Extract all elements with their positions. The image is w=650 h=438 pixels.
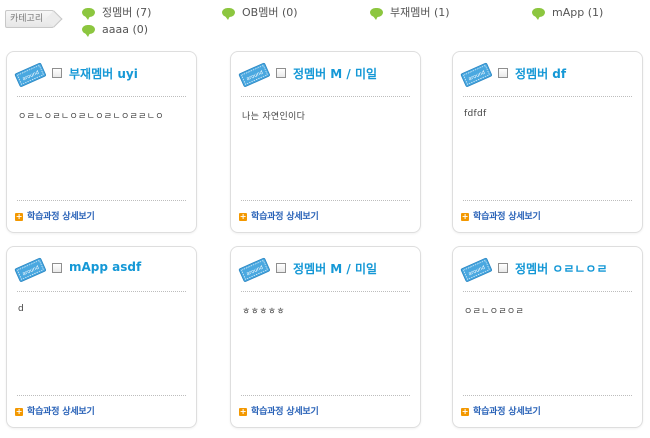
course-detail-label: 학습과정 상세보기 <box>251 407 319 417</box>
plus-icon: + <box>461 212 469 221</box>
course-detail-label: 학습과정 상세보기 <box>473 407 541 417</box>
member-name[interactable]: mApp asdf <box>69 260 141 274</box>
divider <box>17 200 186 201</box>
select-checkbox[interactable] <box>52 68 62 78</box>
category-item-label: OB멤버 (0) <box>242 6 298 19</box>
category-item-label: 부재멤버 (1) <box>390 6 450 19</box>
member-card: around 정멤버 M / 미일 나는 자연인이다 + 학습과정 상세보기 <box>230 51 421 233</box>
course-detail-label: 학습과정 상세보기 <box>27 212 95 222</box>
select-checkbox[interactable] <box>276 263 286 273</box>
member-card: around 부재멤버 uyi ㅇㄹㄴㅇㄹㄴㅇㄹㄴㅇㄹㄴㅇㄹㄹㄴㅇ + 학습과정 … <box>6 51 197 233</box>
member-name[interactable]: 정멤버 df <box>515 65 566 82</box>
member-intro: ㅇㄹㄴㅇㄹㄴㅇㄹㄴㅇㄹㄴㅇㄹㄹㄴㅇ <box>18 112 164 122</box>
category-item-ob[interactable]: OB멤버 (0) <box>222 6 298 20</box>
plus-icon: + <box>239 212 247 221</box>
select-checkbox[interactable] <box>276 68 286 78</box>
category-item-label: 정멤버 (7) <box>102 6 152 19</box>
member-card: around 정멤버 ㅇㄹㄴㅇㄹ ㅇㄹㄴㅇㄹㅇㄹ + 학습과정 상세보기 <box>452 246 643 428</box>
divider <box>241 96 410 97</box>
plus-icon: + <box>239 407 247 416</box>
divider <box>463 291 632 292</box>
category-item-absent[interactable]: 부재멤버 (1) <box>370 6 450 20</box>
course-detail-link[interactable]: + 학습과정 상세보기 <box>239 209 319 222</box>
ticket-icon: around <box>14 62 46 87</box>
ticket-icon: around <box>238 62 270 87</box>
divider <box>463 395 632 396</box>
member-card: around mApp asdf d + 학습과정 상세보기 <box>6 246 197 428</box>
ticket-icon: around <box>238 257 270 282</box>
speech-bubble-icon <box>532 8 545 20</box>
member-intro: ㅎㅎㅎㅎㅎ <box>242 307 285 317</box>
category-item-aaaa[interactable]: aaaa (0) <box>82 23 148 37</box>
divider <box>241 395 410 396</box>
category-item-label: mApp (1) <box>552 6 604 19</box>
member-card: around 정멤버 M / 미일 ㅎㅎㅎㅎㅎ + 학습과정 상세보기 <box>230 246 421 428</box>
course-detail-label: 학습과정 상세보기 <box>473 212 541 222</box>
member-name[interactable]: 정멤버 M / 미일 <box>293 65 377 82</box>
category-tag-label: 카테고리 <box>10 14 44 24</box>
plus-icon: + <box>15 212 23 221</box>
select-checkbox[interactable] <box>498 68 508 78</box>
category-item-label: aaaa (0) <box>102 23 149 36</box>
course-detail-link[interactable]: + 학습과정 상세보기 <box>461 209 541 222</box>
divider <box>17 96 186 97</box>
category-item-regular[interactable]: 정멤버 (7) <box>82 6 151 20</box>
divider <box>17 291 186 292</box>
divider <box>463 200 632 201</box>
plus-icon: + <box>15 407 23 416</box>
member-card: around 정멤버 df fdfdf + 학습과정 상세보기 <box>452 51 643 233</box>
ticket-icon: around <box>460 62 492 87</box>
member-intro: ㅇㄹㄴㅇㄹㅇㄹ <box>464 307 525 317</box>
speech-bubble-icon <box>222 8 235 20</box>
course-detail-label: 학습과정 상세보기 <box>27 407 95 417</box>
course-detail-link[interactable]: + 학습과정 상세보기 <box>239 404 319 417</box>
divider <box>241 200 410 201</box>
member-name[interactable]: 부재멤버 uyi <box>69 65 138 82</box>
ticket-icon: around <box>460 257 492 282</box>
course-detail-link[interactable]: + 학습과정 상세보기 <box>461 404 541 417</box>
ticket-icon: around <box>14 257 46 282</box>
member-name[interactable]: 정멤버 ㅇㄹㄴㅇㄹ <box>515 260 608 277</box>
course-detail-label: 학습과정 상세보기 <box>251 212 319 222</box>
divider <box>463 96 632 97</box>
category-tag: 카테고리 <box>5 10 55 28</box>
divider <box>241 291 410 292</box>
divider <box>17 395 186 396</box>
select-checkbox[interactable] <box>498 263 508 273</box>
member-intro: d <box>18 304 25 314</box>
speech-bubble-icon <box>370 8 383 20</box>
speech-bubble-icon <box>82 25 95 37</box>
member-intro: 나는 자연인이다 <box>242 112 306 122</box>
member-intro: fdfdf <box>464 109 487 119</box>
category-item-mapp[interactable]: mApp (1) <box>532 6 603 20</box>
plus-icon: + <box>461 407 469 416</box>
member-name[interactable]: 정멤버 M / 미일 <box>293 260 377 277</box>
speech-bubble-icon <box>82 8 95 20</box>
course-detail-link[interactable]: + 학습과정 상세보기 <box>15 209 95 222</box>
course-detail-link[interactable]: + 학습과정 상세보기 <box>15 404 95 417</box>
select-checkbox[interactable] <box>52 263 62 273</box>
